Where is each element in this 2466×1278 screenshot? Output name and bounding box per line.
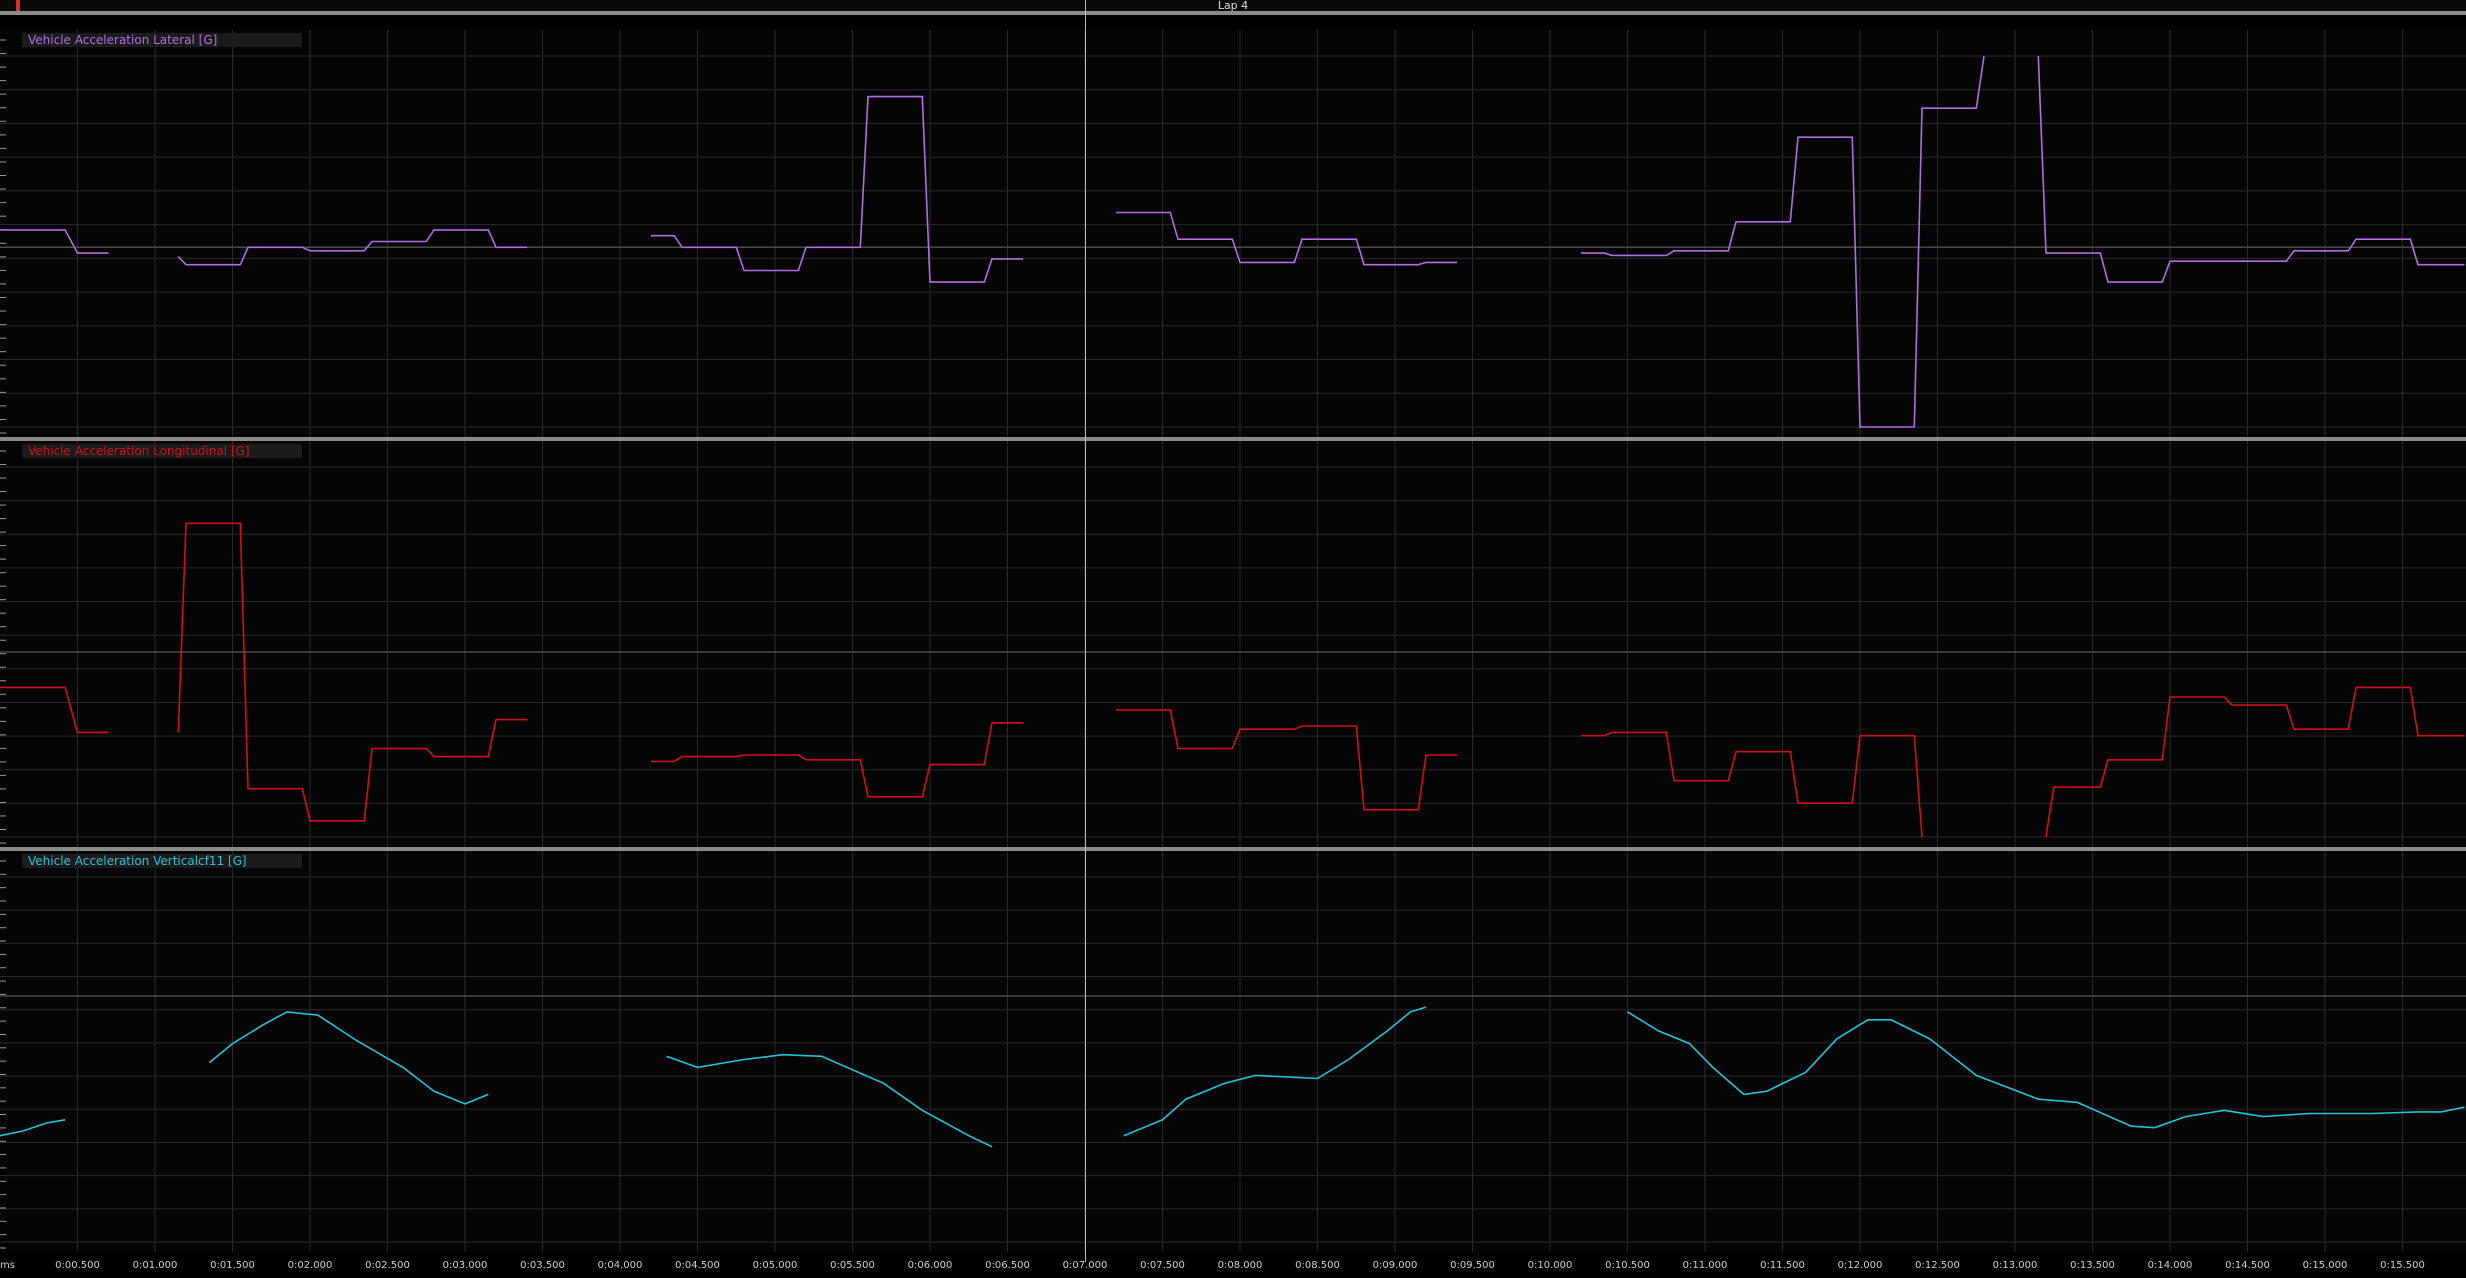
vertical-accel-plot[interactable]: [0, 851, 2466, 1252]
time-tick-label: 0:15.500: [2380, 1260, 2425, 1271]
time-tick-label: 0:12.500: [1915, 1260, 1960, 1271]
series-line: [1116, 211, 1457, 266]
series-line: [651, 95, 1023, 283]
series-line: [1627, 1011, 2465, 1129]
time-tick-label: 0:05.000: [752, 1260, 798, 1271]
time-tick-label: 0:01.000: [132, 1260, 178, 1271]
lateral-accel-panel[interactable]: Vehicle Acceleration Lateral [G]: [0, 30, 2466, 437]
time-tick-label: 0:07.500: [1140, 1260, 1185, 1271]
time-tick-label: 0:08.000: [1217, 1260, 1263, 1271]
longitudinal-accel-panel[interactable]: Vehicle Acceleration Longitudinal [G]: [0, 441, 2466, 847]
time-tick-label: 0:03.000: [442, 1260, 488, 1271]
series-line: [1581, 731, 1923, 838]
time-axis-unit: ms: [0, 1260, 15, 1271]
longitudinal-accel-title: Vehicle Acceleration Longitudinal [G]: [22, 444, 302, 458]
time-tick-label: 0:13.000: [1992, 1260, 2038, 1271]
time-tick-label: 0:01.500: [210, 1260, 255, 1271]
time-tick-label: 0:08.500: [1295, 1260, 1340, 1271]
time-tick-label: 0:02.000: [287, 1260, 333, 1271]
time-tick-label: 0:15.000: [2302, 1260, 2348, 1271]
lap-label: Lap 4: [1217, 0, 1249, 12]
longitudinal-accel-plot[interactable]: [0, 441, 2466, 847]
time-tick-label: 0:09.500: [1450, 1260, 1495, 1271]
time-tick-label: 0:14.500: [2225, 1260, 2270, 1271]
time-tick-label: 0:10.500: [1605, 1260, 1650, 1271]
series-line: [1116, 709, 1457, 811]
time-cursor[interactable]: [1085, 0, 1086, 1262]
time-tick-label: 0:12.000: [1837, 1260, 1883, 1271]
time-tick-label: 0:11.500: [1760, 1260, 1805, 1271]
series-line: [208, 1011, 489, 1105]
time-tick-label: 0:06.500: [985, 1260, 1030, 1271]
time-axis[interactable]: ms 0:00.500 0:01.000 0:01.500 0:02.000 0:02.…: [0, 1252, 2466, 1278]
series-line: [2045, 686, 2465, 838]
series-line: [666, 1053, 993, 1148]
time-tick-label: 0:06.000: [907, 1260, 953, 1271]
time-tick-label: 0:14.000: [2147, 1260, 2193, 1271]
time-tick-label: 0:02.500: [365, 1260, 410, 1271]
series-line: [0, 229, 109, 254]
time-tick-label: 0:04.500: [675, 1260, 720, 1271]
time-tick-label: 0:04.000: [597, 1260, 643, 1271]
time-tick-label: 0:00.500: [55, 1260, 100, 1271]
series-line: [651, 721, 1023, 798]
series-line: [1123, 1006, 1427, 1137]
vertical-accel-panel[interactable]: Vehicle Acceleration Verticalcf11 [G]: [0, 851, 2466, 1252]
lap-bar[interactable]: Lap 4: [0, 0, 2466, 15]
time-tick-label: 0:03.500: [520, 1260, 565, 1271]
time-tick-label: 0:09.000: [1372, 1260, 1418, 1271]
series-line: [0, 1119, 66, 1137]
lateral-accel-title: Vehicle Acceleration Lateral [G]: [22, 33, 302, 47]
time-tick-label: 0:05.500: [830, 1260, 875, 1271]
series-line: [0, 686, 109, 734]
time-tick-label: 0:11.000: [1682, 1260, 1728, 1271]
time-tick-label: 0:13.500: [2070, 1260, 2115, 1271]
time-tick-label: 0:10.000: [1527, 1260, 1573, 1271]
lateral-accel-plot[interactable]: [0, 30, 2466, 437]
vertical-accel-title: Vehicle Acceleration Verticalcf11 [G]: [22, 854, 302, 868]
